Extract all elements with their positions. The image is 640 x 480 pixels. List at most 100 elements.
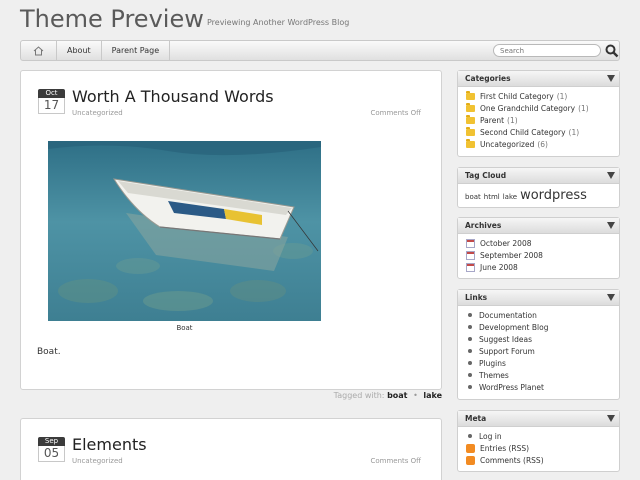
search-input[interactable] — [493, 44, 601, 57]
post-comments: Comments Off — [370, 109, 421, 117]
tag-cloud-link-boat[interactable]: boat — [465, 193, 481, 201]
collapse-arrow-icon[interactable] — [607, 294, 615, 301]
widget-title: Tag Cloud — [465, 171, 507, 180]
link-label[interactable]: Plugins — [479, 359, 506, 368]
link-label[interactable]: Themes — [479, 371, 509, 380]
date-month: Oct — [38, 89, 65, 98]
meta-item[interactable]: Comments (RSS) — [466, 454, 619, 466]
folder-icon — [466, 114, 475, 124]
meta-label[interactable]: Comments (RSS) — [480, 456, 544, 465]
boat-photo — [48, 141, 321, 321]
nav-item-parent-page[interactable]: Parent Page — [102, 41, 171, 60]
category-count: (1) — [507, 115, 518, 125]
link-item[interactable]: Suggest Ideas — [466, 333, 619, 345]
widget-header: Links — [458, 290, 619, 306]
widget-title: Links — [465, 293, 488, 302]
widget-title: Meta — [465, 414, 487, 423]
archive-item[interactable]: September 2008 — [466, 249, 619, 261]
bullet-icon — [468, 313, 472, 317]
main-nav: About Parent Page — [20, 40, 620, 61]
folder-icon — [466, 90, 475, 100]
widget-header: Tag Cloud — [458, 168, 619, 184]
category-item[interactable]: Parent (1) — [466, 114, 619, 126]
category-item[interactable]: One Grandchild Category (1) — [466, 102, 619, 114]
tag-cloud-link-lake[interactable]: lake — [503, 193, 517, 201]
search-icon[interactable] — [605, 44, 619, 58]
meta-label[interactable]: Entries (RSS) — [480, 444, 529, 453]
post-image-boat[interactable] — [48, 141, 321, 321]
widget-meta: Meta Log in Entries (RSS) Comments (RSS) — [457, 410, 620, 472]
date-month: Sep — [38, 437, 65, 446]
archive-label[interactable]: September 2008 — [480, 251, 543, 260]
link-label[interactable]: Documentation — [479, 311, 537, 320]
link-item[interactable]: WordPress Planet — [466, 381, 619, 393]
archive-item[interactable]: June 2008 — [466, 261, 619, 273]
link-label[interactable]: WordPress Planet — [479, 383, 544, 392]
meta-item[interactable]: Log in — [466, 430, 619, 442]
widget-header: Meta — [458, 411, 619, 427]
post-category[interactable]: Uncategorized — [72, 457, 123, 465]
category-label[interactable]: First Child Category — [480, 92, 554, 101]
bullet-icon — [468, 349, 472, 353]
tag-separator: • — [413, 391, 418, 400]
widget-title: Archives — [465, 221, 502, 230]
category-label[interactable]: One Grandchild Category — [480, 104, 575, 113]
link-label[interactable]: Suggest Ideas — [479, 335, 532, 344]
archive-label[interactable]: October 2008 — [480, 239, 532, 248]
link-item[interactable]: Documentation — [466, 309, 619, 321]
link-item[interactable]: Support Forum — [466, 345, 619, 357]
post-comments: Comments Off — [370, 457, 421, 465]
tag-cloud-link-wordpress[interactable]: wordpress — [520, 188, 587, 203]
bullet-icon — [468, 361, 472, 365]
folder-icon — [466, 102, 475, 112]
link-label[interactable]: Development Blog — [479, 323, 548, 332]
widget-title: Categories — [465, 74, 511, 83]
meta-label[interactable]: Log in — [479, 432, 502, 441]
category-count: (1) — [568, 127, 580, 137]
post-body: Boat. — [37, 347, 61, 357]
rss-icon — [466, 455, 475, 465]
collapse-arrow-icon[interactable] — [607, 222, 615, 229]
tag-link-lake[interactable]: lake — [423, 391, 442, 400]
category-count: (6) — [537, 139, 548, 149]
collapse-arrow-icon[interactable] — [607, 172, 615, 179]
folder-icon — [466, 138, 475, 148]
nav-item-about[interactable]: About — [57, 41, 102, 60]
home-button[interactable] — [21, 41, 57, 60]
widget-links: Links Documentation Development Blog Sug… — [457, 289, 620, 400]
category-label[interactable]: Parent — [480, 116, 504, 125]
collapse-arrow-icon[interactable] — [607, 415, 615, 422]
category-count: (1) — [556, 91, 568, 101]
archive-item[interactable]: October 2008 — [466, 237, 619, 249]
category-item[interactable]: Uncategorized (6) — [466, 138, 619, 150]
site-title[interactable]: Theme Preview — [20, 5, 204, 33]
bullet-icon — [468, 373, 472, 377]
post-category[interactable]: Uncategorized — [72, 109, 123, 117]
link-item[interactable]: Development Blog — [466, 321, 619, 333]
tag-cloud-link-html[interactable]: html — [484, 193, 500, 201]
bullet-icon — [468, 325, 472, 329]
category-label[interactable]: Second Child Category — [480, 128, 566, 137]
post-title[interactable]: Elements — [72, 435, 147, 454]
link-item[interactable]: Themes — [466, 369, 619, 381]
bullet-icon — [468, 337, 472, 341]
archive-label[interactable]: June 2008 — [480, 263, 518, 272]
tag-link-boat[interactable]: boat — [387, 391, 407, 400]
tags-label: Tagged with: — [333, 391, 385, 400]
widget-header: Archives — [458, 218, 619, 234]
category-item[interactable]: First Child Category (1) — [466, 90, 619, 102]
widget-categories: Categories First Child Category (1) One G… — [457, 70, 620, 157]
calendar-icon — [466, 238, 475, 248]
post-title[interactable]: Worth A Thousand Words — [72, 87, 274, 106]
category-item[interactable]: Second Child Category (1) — [466, 126, 619, 138]
calendar-icon — [466, 262, 475, 272]
widget-header: Categories — [458, 71, 619, 87]
date-day: 17 — [38, 98, 65, 114]
widget-tag-cloud: Tag Cloud boat html lake wordpress — [457, 167, 620, 208]
link-item[interactable]: Plugins — [466, 357, 619, 369]
collapse-arrow-icon[interactable] — [607, 75, 615, 82]
category-label[interactable]: Uncategorized — [480, 140, 534, 149]
meta-item[interactable]: Entries (RSS) — [466, 442, 619, 454]
link-label[interactable]: Support Forum — [479, 347, 535, 356]
site-tagline: Previewing Another WordPress Blog — [207, 18, 350, 27]
